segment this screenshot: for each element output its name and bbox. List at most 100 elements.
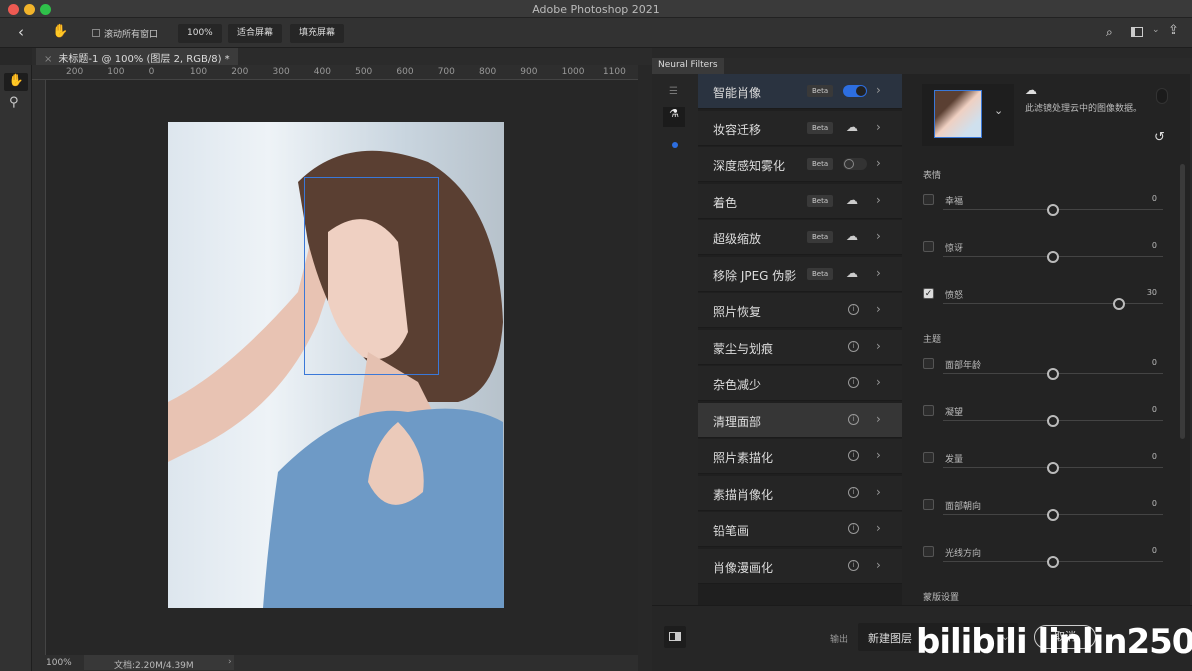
param-checkbox[interactable]	[923, 358, 934, 369]
chevron-right-icon[interactable]: ›	[228, 657, 232, 667]
chevron-down-icon[interactable]: ⌄	[1152, 25, 1160, 35]
info-icon[interactable]: i	[848, 559, 859, 571]
back-icon[interactable]: ‹	[18, 23, 24, 41]
param-value: 0	[1151, 452, 1157, 461]
info-icon[interactable]: i	[848, 413, 859, 425]
chevron-right-icon[interactable]: ›	[876, 156, 881, 170]
param-slider-knob[interactable]	[1047, 509, 1059, 521]
search-icon[interactable]: ⌕	[1106, 25, 1113, 40]
info-icon[interactable]: i	[848, 304, 859, 315]
param-checkbox[interactable]	[923, 194, 934, 205]
param-slider-knob[interactable]	[1113, 298, 1125, 310]
filter-item[interactable]: 着色 Beta ☁ ›	[698, 183, 902, 219]
ruler-tick-label: 700	[437, 67, 455, 77]
chevron-right-icon[interactable]: ›	[876, 412, 881, 426]
info-icon[interactable]: i	[848, 377, 859, 388]
chevron-right-icon[interactable]: ›	[876, 229, 881, 243]
reset-icon[interactable]: ↺	[1154, 130, 1165, 145]
scroll-all-checkbox[interactable]	[92, 29, 100, 37]
param-value: 0	[1151, 358, 1157, 367]
close-tab-icon[interactable]: ×	[44, 54, 52, 65]
param-slider-knob[interactable]	[1047, 556, 1059, 568]
filter-item[interactable]: 妆容迁移 Beta ☁ ›	[698, 110, 902, 146]
chevron-right-icon[interactable]: ›	[876, 485, 881, 499]
filter-toggle[interactable]	[843, 158, 867, 170]
param-checkbox[interactable]: ✓	[923, 288, 934, 299]
info-icon[interactable]: i	[848, 486, 859, 498]
param-slider-knob[interactable]	[1047, 251, 1059, 263]
info-icon[interactable]: i	[848, 450, 859, 461]
info-icon[interactable]: i	[848, 340, 859, 352]
cloud-download-icon[interactable]: ☁	[846, 120, 858, 134]
param-label: 凝望	[945, 408, 964, 418]
filter-item[interactable]: 杂色减少 i ›	[698, 366, 902, 401]
filter-item[interactable]: 清理面部 i ›	[698, 402, 902, 438]
hand-tool-icon[interactable]: ✋	[4, 73, 28, 91]
filter-item[interactable]: 铅笔画 i ›	[698, 512, 902, 547]
filter-item[interactable]: 深度感知雾化 Beta ›	[698, 147, 902, 182]
share-icon[interactable]: ⇪	[1168, 23, 1179, 38]
workspace-icon[interactable]	[1131, 27, 1143, 37]
chevron-right-icon[interactable]: ›	[876, 266, 881, 280]
filter-label: 妆容迁移	[713, 122, 762, 137]
param-checkbox[interactable]	[923, 452, 934, 463]
zoom-level[interactable]: 100%	[46, 658, 72, 668]
filter-label: 移除 JPEG 伪影	[713, 268, 797, 283]
ruler-tick-label: 600	[396, 67, 414, 77]
filter-item[interactable]: 照片恢复 i ›	[698, 293, 902, 328]
progress-icon	[1156, 88, 1168, 104]
zoom-tool-icon[interactable]: ⚲	[9, 95, 19, 110]
cloud-download-icon[interactable]: ☁	[846, 266, 858, 280]
scrollbar[interactable]	[1180, 164, 1185, 439]
cloud-download-icon[interactable]: ☁	[846, 193, 858, 207]
param-row: 幸福 0	[923, 194, 1163, 240]
chevron-right-icon[interactable]: ›	[876, 339, 881, 353]
chevron-right-icon[interactable]: ›	[876, 375, 881, 389]
param-slider-knob[interactable]	[1047, 462, 1059, 474]
param-checkbox[interactable]	[923, 546, 934, 557]
chevron-right-icon[interactable]: ›	[876, 521, 881, 535]
param-row: 凝望 0	[923, 405, 1163, 451]
filter-item[interactable]: 智能肖像 Beta ›	[698, 74, 902, 109]
param-slider-track[interactable]	[943, 303, 1163, 304]
fill-screen-button[interactable]: 填充屏幕	[290, 24, 345, 43]
param-label: 发量	[945, 455, 964, 465]
face-selector[interactable]: ⌄	[922, 84, 1014, 146]
chevron-right-icon[interactable]: ›	[876, 448, 881, 462]
preview-toggle-icon[interactable]	[664, 626, 686, 648]
param-value: 0	[1151, 405, 1157, 414]
chevron-right-icon[interactable]: ›	[876, 302, 881, 316]
document-tab[interactable]: × 未标题-1 @ 100% (图层 2, RGB/8) *	[36, 48, 238, 65]
chevron-right-icon[interactable]: ›	[876, 558, 881, 572]
param-slider-knob[interactable]	[1047, 204, 1059, 216]
filter-category-column: ☰ ⚗	[652, 74, 698, 605]
chevron-right-icon[interactable]: ›	[876, 83, 881, 97]
param-slider-knob[interactable]	[1047, 415, 1059, 427]
info-icon[interactable]: i	[848, 523, 859, 534]
zoom-100-button[interactable]: 100%	[178, 24, 222, 43]
options-bar: ‹ ✋ 滚动所有窗口 100% 适合屏幕 填充屏幕 ⌕ ⌄ ⇪	[0, 18, 1192, 48]
filter-toggle[interactable]	[843, 85, 867, 97]
filter-item[interactable]: 肖像漫画化 i ›	[698, 548, 902, 584]
chevron-right-icon[interactable]: ›	[876, 120, 881, 134]
filter-item[interactable]: 蒙尘与划痕 i ›	[698, 329, 902, 365]
param-label: 光线方向	[945, 549, 982, 559]
chevron-right-icon[interactable]: ›	[876, 193, 881, 207]
param-checkbox[interactable]	[923, 405, 934, 416]
fit-screen-button[interactable]: 适合屏幕	[228, 24, 283, 43]
filter-item[interactable]: 素描肖像化 i ›	[698, 475, 902, 511]
filter-item[interactable]: 移除 JPEG 伪影 Beta ☁ ›	[698, 256, 902, 292]
filter-item[interactable]: 照片素描化 i ›	[698, 439, 902, 474]
param-checkbox[interactable]	[923, 499, 934, 510]
filter-label: 杂色减少	[713, 378, 762, 392]
chevron-down-icon[interactable]: ⌄	[994, 104, 1003, 117]
sliders-icon[interactable]: ☰	[669, 86, 678, 97]
toggle-knob	[856, 86, 866, 96]
param-row: 面部朝向 0	[923, 499, 1163, 545]
beta-flask-icon[interactable]: ⚗	[663, 107, 685, 127]
param-slider-knob[interactable]	[1047, 368, 1059, 380]
param-checkbox[interactable]	[923, 241, 934, 252]
param-label: 面部年龄	[945, 361, 982, 371]
filter-item[interactable]: 超级缩放 Beta ☁ ›	[698, 220, 902, 255]
cloud-download-icon[interactable]: ☁	[846, 229, 858, 243]
